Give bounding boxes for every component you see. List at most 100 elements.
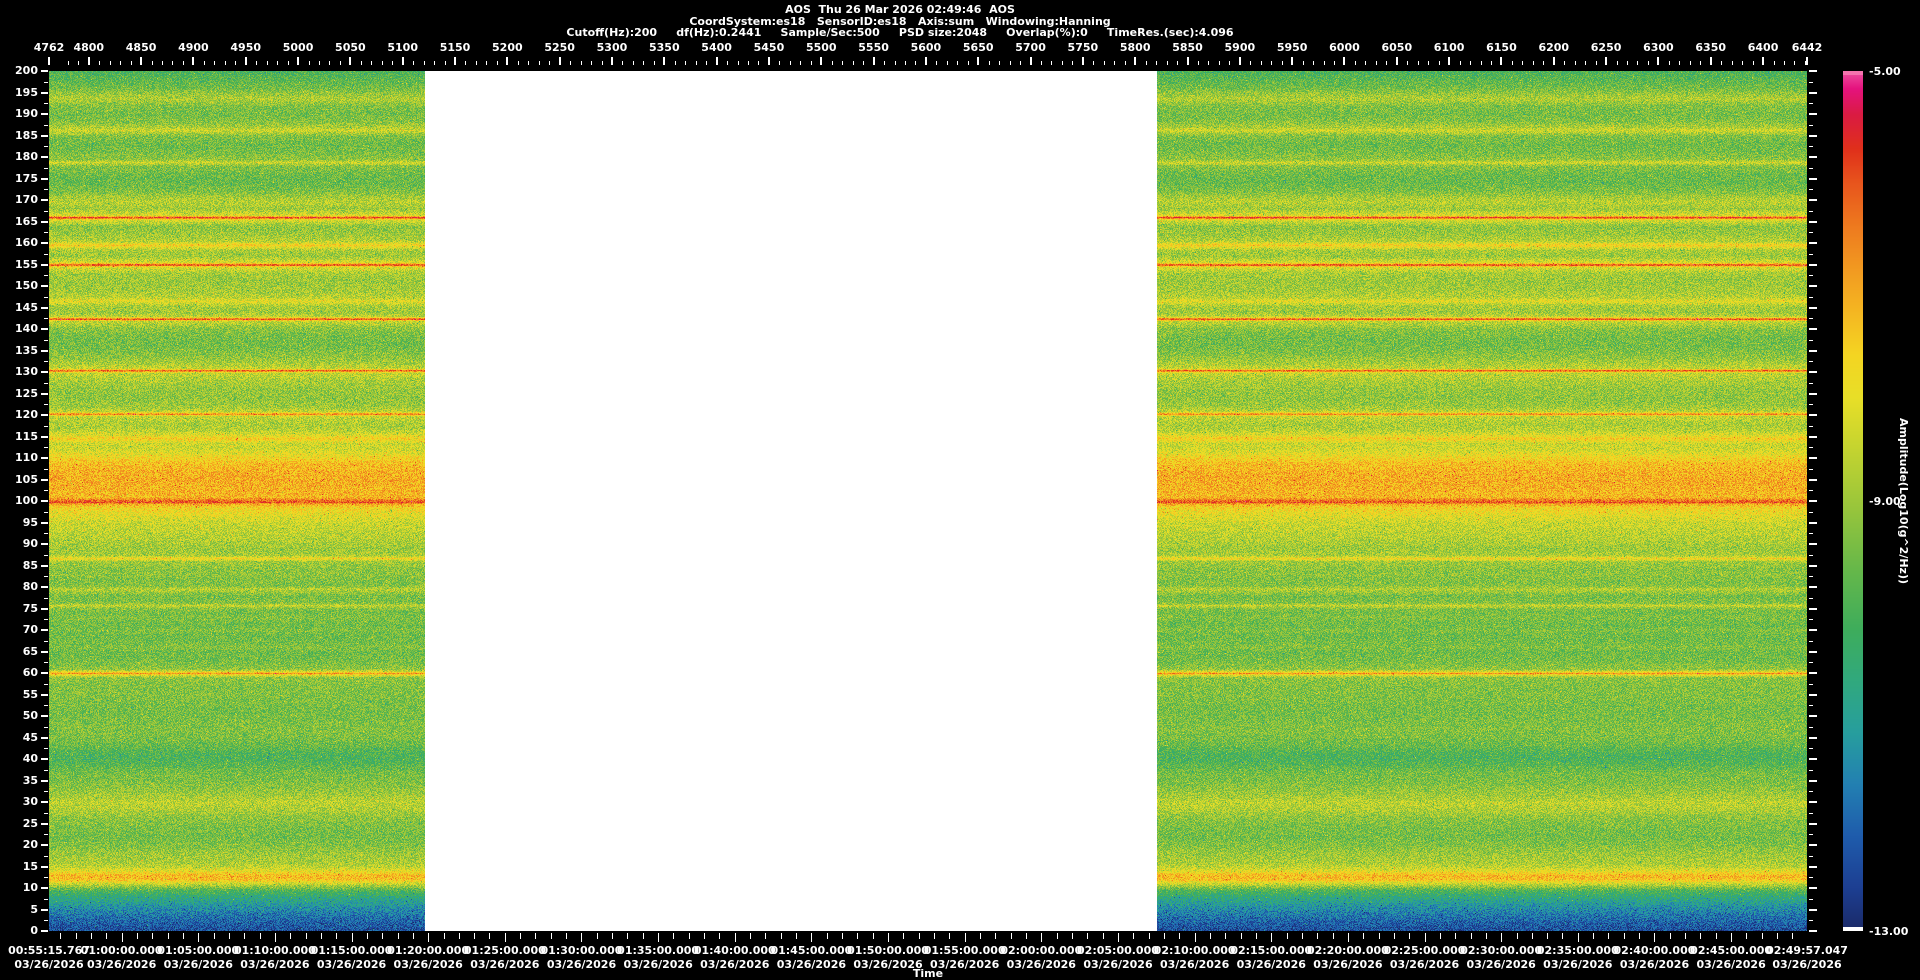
time-minor-tick (1241, 933, 1242, 939)
freq-major-tick (41, 608, 48, 610)
top-axis-minor-tick (947, 61, 948, 65)
freq-major-tick (41, 414, 48, 416)
freq-minor-tick (44, 856, 48, 857)
freq-major-tick (41, 113, 48, 115)
time-minor-tick (229, 933, 230, 939)
freq-minor-tick (44, 727, 48, 728)
time-minor-tick (1057, 933, 1058, 939)
freq-tick-label: 80 (0, 580, 38, 593)
time-minor-tick (1562, 933, 1563, 939)
freq-major-tick-right (1809, 500, 1817, 502)
freq-minor-tick-right (1809, 340, 1813, 341)
freq-tick-label: 140 (0, 322, 38, 335)
freq-tick-label: 20 (0, 838, 38, 851)
top-axis-major-tick (611, 57, 613, 65)
top-axis-tick-label: 5200 (492, 41, 523, 54)
time-minor-tick (796, 933, 797, 939)
freq-minor-tick (44, 512, 48, 513)
top-axis-minor-tick (214, 61, 215, 65)
time-minor-tick (106, 933, 107, 939)
freq-minor-tick (44, 125, 48, 126)
freq-minor-tick (44, 318, 48, 319)
freq-major-tick-right (1809, 930, 1817, 932)
top-axis-minor-tick (340, 61, 341, 65)
freq-minor-tick-right (1809, 254, 1813, 255)
top-axis-minor-tick (968, 61, 969, 65)
freq-minor-tick (44, 82, 48, 83)
freq-minor-tick-right (1809, 533, 1813, 534)
freq-minor-tick-right (1809, 125, 1813, 126)
time-minor-tick (76, 933, 77, 939)
freq-major-tick-right (1809, 608, 1817, 610)
freq-major-tick (41, 70, 48, 72)
freq-tick-label: 100 (0, 494, 38, 507)
freq-minor-tick-right (1809, 490, 1813, 491)
time-minor-tick (535, 933, 536, 939)
header-params-2: Cutoff(Hz):200 df(Hz):0.2441 Sample/Sec:… (566, 26, 1233, 39)
top-axis-tick-label: 6150 (1486, 41, 1517, 54)
top-axis-tick-label: 5300 (597, 41, 628, 54)
time-major-tick (888, 933, 889, 942)
top-axis-tick-label: 6200 (1538, 41, 1569, 54)
time-minor-tick (152, 933, 153, 939)
time-minor-tick (244, 933, 245, 939)
date-tick-label: 03/26/2026 (164, 958, 233, 971)
top-axis-tick-label: 5750 (1068, 41, 1099, 54)
freq-minor-tick-right (1809, 426, 1813, 427)
freq-minor-tick (44, 662, 48, 663)
freq-major-tick-right (1809, 70, 1817, 72)
freq-major-tick (41, 457, 48, 459)
freq-major-tick-right (1809, 285, 1817, 287)
freq-major-tick (41, 328, 48, 330)
time-major-tick (505, 933, 506, 942)
top-axis-tick-label: 6050 (1381, 41, 1412, 54)
freq-minor-tick-right (1809, 469, 1813, 470)
time-tick-label: 01:10:00.000 (234, 944, 316, 957)
top-axis-minor-tick (382, 61, 383, 65)
time-minor-tick (91, 933, 92, 939)
time-major-tick (428, 933, 429, 942)
freq-minor-tick-right (1809, 82, 1813, 83)
top-axis-minor-tick (267, 61, 268, 65)
top-axis-minor-tick (1282, 61, 1283, 65)
freq-tick-label: 135 (0, 344, 38, 357)
date-tick-label: 03/26/2026 (1160, 958, 1229, 971)
time-major-tick (1271, 933, 1272, 942)
time-tick-label: 02:20:00.000 (1307, 944, 1389, 957)
date-tick-label: 03/26/2026 (1696, 958, 1765, 971)
spectrogram-canvas[interactable] (49, 71, 1807, 931)
date-tick-label: 03/26/2026 (14, 958, 83, 971)
freq-minor-tick (44, 340, 48, 341)
date-tick-label: 03/26/2026 (87, 958, 156, 971)
freq-major-tick (41, 350, 48, 352)
freq-minor-tick (44, 684, 48, 685)
top-axis-major-tick (820, 57, 822, 65)
freq-minor-tick (44, 103, 48, 104)
time-minor-tick (842, 933, 843, 939)
freq-minor-tick (44, 598, 48, 599)
top-axis-minor-tick (1418, 61, 1419, 65)
freq-major-tick (41, 371, 48, 373)
freq-tick-label: 150 (0, 279, 38, 292)
freq-minor-tick (44, 211, 48, 212)
freq-minor-tick (44, 748, 48, 749)
top-axis-minor-tick (1805, 61, 1806, 65)
time-minor-tick (919, 933, 920, 939)
top-axis-minor-tick (1794, 61, 1795, 65)
date-tick-label: 03/26/2026 (547, 958, 616, 971)
time-major-tick (1118, 933, 1119, 942)
time-minor-tick (949, 933, 950, 939)
freq-minor-tick-right (1809, 512, 1813, 513)
top-axis-minor-tick (1334, 61, 1335, 65)
freq-minor-tick-right (1809, 598, 1813, 599)
freq-minor-tick-right (1809, 899, 1813, 900)
top-axis-minor-tick (675, 61, 676, 65)
top-axis-tick-label: 5950 (1277, 41, 1308, 54)
date-tick-label: 03/26/2026 (1467, 958, 1536, 971)
time-minor-tick (1455, 933, 1456, 939)
freq-major-tick (41, 285, 48, 287)
spectrogram-app: AOS Thu 26 Mar 2026 02:49:46 AOS CoordSy… (0, 0, 1920, 980)
top-axis-minor-tick (1627, 61, 1628, 65)
top-axis-tick-label: 5350 (649, 41, 680, 54)
freq-major-tick (41, 156, 48, 158)
